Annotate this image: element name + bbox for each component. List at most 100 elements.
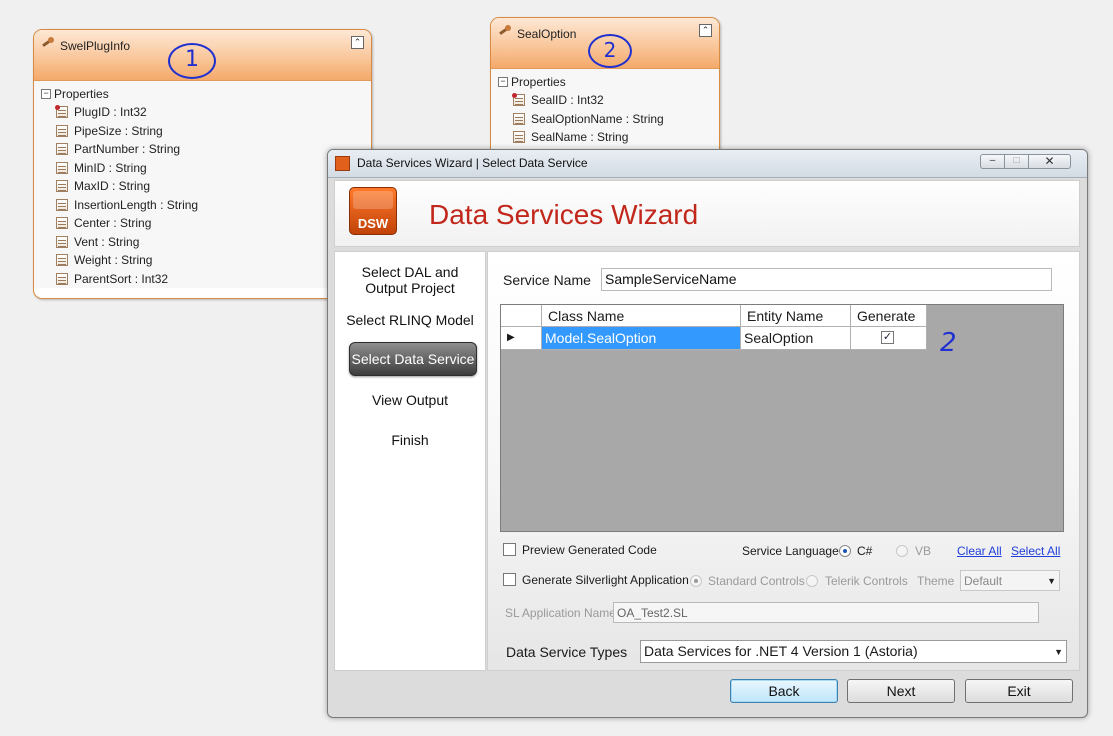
nav-step-select-data-service[interactable]: Select Data Service — [349, 342, 477, 376]
property-icon — [56, 235, 68, 248]
entity-title: SealOption — [517, 27, 577, 41]
dropdown-arrow-icon: ▼ — [1047, 576, 1056, 586]
generate-checkbox[interactable]: ✓ — [881, 331, 894, 344]
collapse-icon[interactable]: ⌃ — [351, 36, 364, 49]
entity-title: SwelPlugInfo — [60, 39, 131, 53]
telerik-controls-label: Telerik Controls — [825, 574, 908, 588]
property-label: SealID : Int32 — [531, 93, 604, 107]
nav-step-view-output[interactable]: View Output — [335, 392, 485, 408]
dsw-logo: DSW — [349, 187, 397, 235]
key-property-icon — [512, 93, 525, 106]
header-title: Data Services Wizard — [429, 199, 699, 230]
preview-code-checkbox[interactable] — [503, 543, 516, 556]
back-button[interactable]: Back — [730, 679, 838, 703]
next-button[interactable]: Next — [847, 679, 955, 703]
nav-step-select-rlinq[interactable]: Select RLINQ Model — [335, 312, 485, 328]
collapse-group-icon[interactable]: − — [498, 77, 508, 87]
col-header-generate[interactable]: Generate — [851, 305, 927, 327]
logo-text: DSW — [357, 216, 389, 231]
properties-group[interactable]: − Properties — [34, 85, 371, 103]
property-label: PlugID : Int32 — [74, 105, 147, 119]
lang-csharp-label: C# — [857, 544, 873, 558]
property-label: SealName : String — [531, 130, 629, 144]
app-icon — [335, 156, 350, 171]
property-row[interactable]: ParentSort : Int32 — [34, 270, 371, 289]
close-button[interactable]: ✕ — [1028, 154, 1071, 169]
nav-step-finish[interactable]: Finish — [335, 432, 485, 448]
key-property-icon — [55, 105, 68, 118]
group-label: Properties — [54, 87, 109, 101]
property-row[interactable]: SealOptionName : String — [491, 110, 719, 129]
property-label: Vent : String — [74, 234, 140, 249]
property-row[interactable]: MinID : String — [34, 159, 371, 178]
row-selector[interactable]: ▶ — [501, 327, 542, 350]
dropdown-arrow-icon: ▼ — [1054, 647, 1063, 657]
wizard-footer: Back Next Exit — [334, 673, 1080, 710]
service-types-select[interactable]: Data Services for .NET 4 Version 1 (Asto… — [640, 640, 1067, 663]
silverlight-checkbox[interactable] — [503, 573, 516, 586]
property-label: ParentSort : Int32 — [74, 271, 169, 286]
property-icon — [56, 272, 68, 285]
properties-group[interactable]: − Properties — [491, 73, 719, 91]
maximize-button[interactable]: □ — [1004, 154, 1029, 169]
property-icon — [56, 254, 68, 266]
property-row[interactable]: PlugID : Int32 — [34, 103, 371, 122]
standard-controls-radio[interactable] — [690, 575, 702, 587]
property-row[interactable]: PipeSize : String — [34, 122, 371, 141]
entity-header[interactable]: SealOption ⌃ 2 — [491, 18, 719, 69]
annotation-2: 2 — [588, 34, 632, 68]
clear-all-link[interactable]: Clear All — [957, 544, 1002, 558]
select-all-link[interactable]: Select All — [1011, 544, 1060, 558]
service-types-value: Data Services for .NET 4 Version 1 (Asto… — [644, 643, 918, 659]
property-icon — [56, 180, 68, 192]
cell-entity-name[interactable]: SealOption — [741, 327, 851, 350]
property-row[interactable]: SealID : Int32 — [491, 91, 719, 110]
minimize-button[interactable]: – — [980, 154, 1005, 169]
entity-grid[interactable]: Class Name Entity Name Generate ▶ Model.… — [500, 304, 1064, 532]
service-types-label: Data Service Types — [506, 644, 628, 660]
col-header-class-name[interactable]: Class Name — [542, 305, 741, 327]
service-language-label: Service Language — [742, 544, 839, 558]
title-bar[interactable]: Data Services Wizard | Select Data Servi… — [328, 150, 1087, 178]
entity-body: − Properties PlugID : Int32 PipeSize : St… — [34, 81, 371, 288]
property-label: InsertionLength : String — [74, 197, 199, 212]
silverlight-label: Generate Silverlight Application — [522, 573, 689, 587]
theme-label: Theme — [917, 574, 955, 588]
collapse-group-icon[interactable]: − — [41, 89, 51, 99]
property-label: Center : String — [74, 216, 152, 230]
preview-code-label: Preview Generated Code — [522, 543, 657, 557]
service-name-input[interactable]: SampleServiceName — [601, 268, 1052, 291]
exit-button[interactable]: Exit — [965, 679, 1073, 703]
col-header-entity-name[interactable]: Entity Name — [741, 305, 851, 327]
cell-generate[interactable]: ✓ — [851, 327, 927, 350]
cell-class-name[interactable]: Model.SealOption — [542, 327, 741, 350]
grid-row-header-corner — [501, 305, 542, 327]
property-icon — [56, 143, 68, 155]
collapse-icon[interactable]: ⌃ — [699, 24, 712, 37]
property-row[interactable]: PartNumber : String — [34, 140, 371, 159]
window-title: Data Services Wizard | Select Data Servi… — [357, 156, 588, 170]
entity-swelpluginfo[interactable]: SwelPlugInfo ⌃ 1 − Properties PlugID : I… — [33, 29, 372, 299]
lang-csharp-radio[interactable] — [839, 545, 851, 557]
property-label: PipeSize : String — [74, 123, 163, 138]
property-row[interactable]: MaxID : String — [34, 177, 371, 196]
property-row[interactable]: Center : String — [34, 214, 371, 233]
property-label: PartNumber : String — [74, 142, 181, 156]
lang-vb-radio[interactable] — [896, 545, 908, 557]
telerik-controls-radio[interactable] — [806, 575, 818, 587]
entity-wrench-icon — [42, 37, 54, 47]
sl-app-name-input[interactable]: OA_Test2.SL — [613, 602, 1039, 623]
property-row[interactable]: SealName : String — [491, 128, 719, 147]
property-label: MinID : String — [74, 160, 147, 175]
property-icon — [56, 161, 68, 174]
wizard-steps-nav: Select DAL and Output Project Select RLI… — [334, 251, 486, 671]
nav-step-select-dal[interactable]: Select DAL and Output Project — [335, 264, 485, 296]
property-icon — [56, 198, 68, 211]
theme-value: Default — [964, 574, 1003, 588]
property-icon — [513, 112, 525, 125]
theme-select[interactable]: Default ▼ — [960, 570, 1060, 591]
entity-header[interactable]: SwelPlugInfo ⌃ 1 — [34, 30, 371, 81]
property-row[interactable]: Weight : String — [34, 251, 371, 270]
property-row[interactable]: InsertionLength : String — [34, 196, 371, 215]
property-row[interactable]: Vent : String — [34, 233, 371, 252]
